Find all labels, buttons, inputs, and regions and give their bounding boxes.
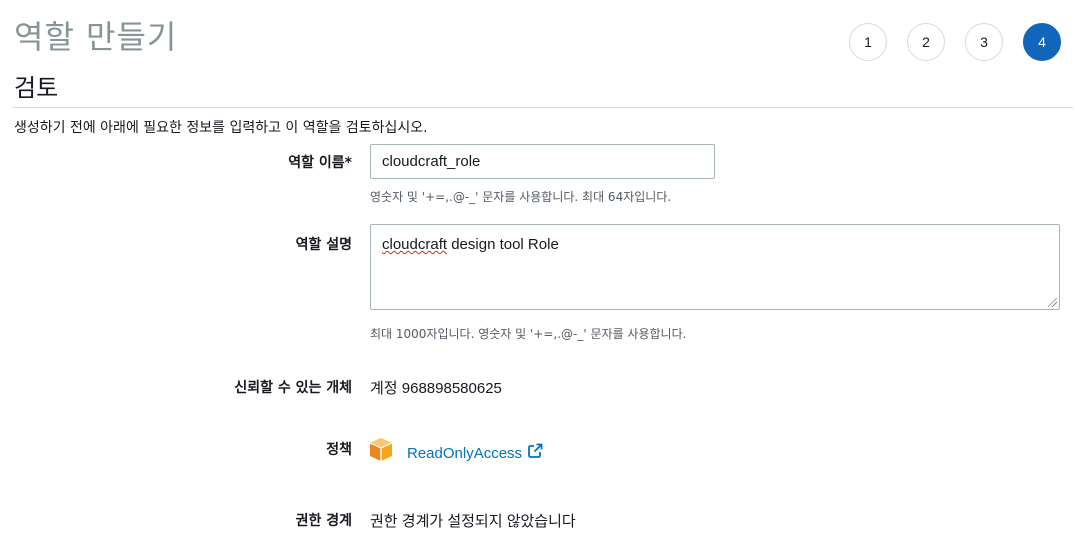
wizard-steps: 1 2 3 4 [849, 23, 1061, 61]
misspelled-word: cloudcraft [382, 236, 448, 253]
trusted-entity-label: 신뢰할 수 있는 개체 [234, 380, 352, 396]
aws-policy-box-icon [369, 437, 393, 466]
permissions-boundary-value: 권한 경계가 설정되지 않았습니다 [370, 513, 576, 530]
intro-text: 생성하기 전에 아래에 필요한 정보를 입력하고 이 역할을 검토하십시오. [14, 120, 428, 136]
role-description-value: design tool Role [447, 236, 559, 253]
role-name-value: cloudcraft_role [382, 153, 481, 170]
role-name-hint: 영숫자 및 '+=,.@-_' 문자를 사용합니다. 최대 64자입니다. [370, 190, 672, 204]
policy-link[interactable]: ReadOnlyAccess [407, 443, 543, 463]
role-name-label: 역할 이름* [288, 155, 352, 171]
section-divider [12, 107, 1073, 108]
step-4-button[interactable]: 4 [1023, 23, 1061, 61]
section-title: 검토 [14, 74, 59, 102]
policy-label: 정책 [326, 442, 352, 458]
step-1-button[interactable]: 1 [849, 23, 887, 61]
resize-grip-icon[interactable] [1048, 298, 1057, 307]
external-link-icon [527, 443, 543, 463]
permissions-boundary-label: 권한 경계 [295, 513, 352, 529]
step-3-button[interactable]: 3 [965, 23, 1003, 61]
page-title: 역할 만들기 [14, 18, 178, 56]
trusted-entity-value: 계정 968898580625 [370, 380, 502, 397]
policy-link-text: ReadOnlyAccess [407, 444, 523, 462]
role-name-input[interactable]: cloudcraft_role [370, 144, 715, 179]
role-description-label: 역할 설명 [295, 237, 352, 253]
role-description-textarea[interactable]: cloudcraft design tool Role [370, 224, 1060, 310]
step-2-button[interactable]: 2 [907, 23, 945, 61]
role-description-hint: 최대 1000자입니다. 영숫자 및 '+=,.@-_' 문자를 사용합니다. [370, 327, 687, 341]
